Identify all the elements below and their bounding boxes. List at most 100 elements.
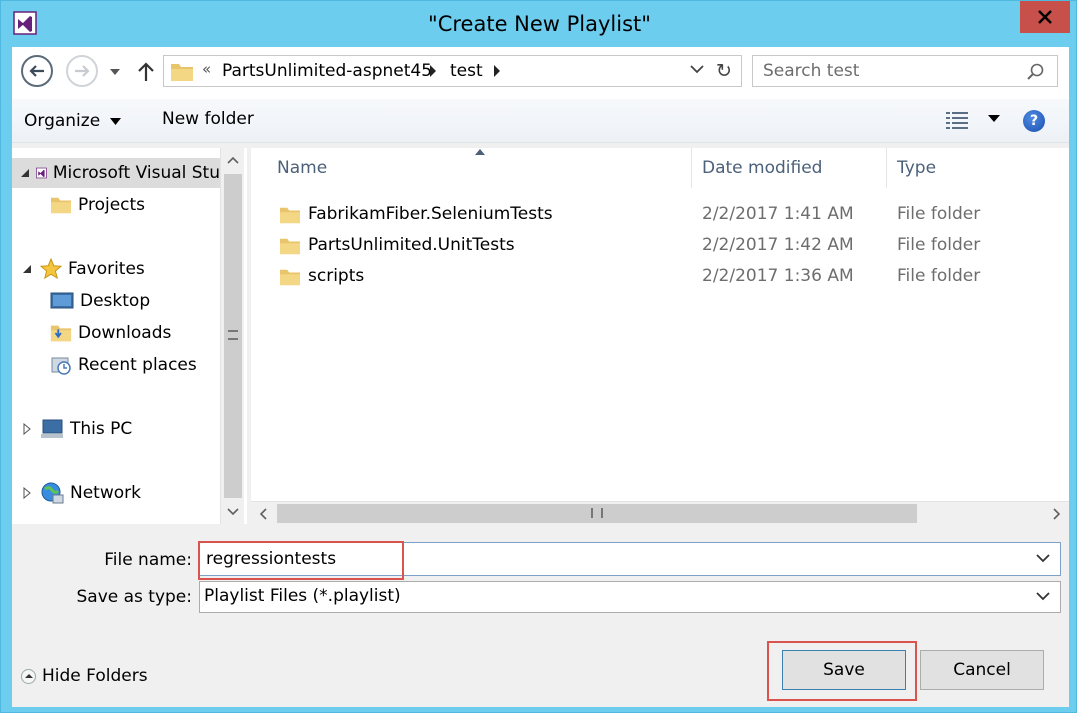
downloads-icon	[50, 325, 72, 342]
save-as-type-value: Playlist Files (*.playlist)	[204, 586, 401, 606]
save-as-type-label: Save as type:	[76, 587, 192, 607]
nav-item-label: Favorites	[68, 259, 145, 279]
chevron-down-icon	[110, 69, 120, 75]
view-options-icon[interactable]	[945, 111, 969, 131]
grip-icon	[228, 330, 238, 340]
nav-item-visual-studio[interactable]: Microsoft Visual Stu	[12, 158, 220, 188]
column-headers: Name Date modified Type	[251, 148, 1069, 188]
scroll-thumb[interactable]	[224, 174, 242, 498]
chevron-down-icon[interactable]	[988, 115, 1000, 122]
file-name-input[interactable]	[206, 548, 1006, 570]
cancel-button[interactable]: Cancel	[920, 650, 1044, 690]
scroll-down-button[interactable]	[221, 500, 245, 524]
column-header-date-modified[interactable]: Date modified	[692, 148, 887, 188]
folder-icon	[171, 64, 193, 81]
save-button[interactable]: Save	[782, 650, 906, 690]
folder-icon	[280, 207, 300, 224]
file-name: FabrikamFiber.SeleniumTests	[308, 204, 553, 224]
scroll-thumb[interactable]	[277, 504, 917, 523]
forward-arrow-icon	[75, 65, 90, 77]
file-date: 2/2/2017 1:41 AM	[702, 204, 854, 224]
organize-button[interactable]: Organize	[24, 109, 122, 133]
breadcrumb-test[interactable]: test	[450, 61, 483, 81]
chevron-down-icon[interactable]	[690, 64, 704, 74]
desktop-icon	[50, 292, 74, 309]
folder-icon	[280, 269, 300, 286]
address-overflow[interactable]: «	[202, 60, 211, 78]
file-type: File folder	[897, 235, 981, 255]
new-folder-button[interactable]: New folder	[162, 109, 254, 133]
expand-icon[interactable]	[20, 487, 34, 499]
nav-item-label: This PC	[70, 419, 133, 439]
nav-item-label: Downloads	[78, 323, 172, 343]
collapse-icon[interactable]	[20, 168, 30, 178]
file-row[interactable]: scripts 2/2/2017 1:36 AM File folder	[251, 261, 1069, 292]
up-arrow-icon	[138, 62, 154, 81]
navigation-pane: Microsoft Visual Stu Projects Favorites	[12, 148, 247, 524]
network-icon	[41, 482, 64, 504]
nav-item-desktop[interactable]: Desktop	[50, 286, 150, 316]
chevron-right-icon	[1053, 507, 1061, 520]
scroll-up-button[interactable]	[221, 148, 245, 172]
file-name-combo[interactable]	[199, 542, 1061, 576]
horizontal-scrollbar[interactable]	[251, 501, 1069, 524]
save-as-type-select[interactable]: Playlist Files (*.playlist)	[199, 581, 1061, 613]
breadcrumb-partsunlimited[interactable]: PartsUnlimited-aspnet45	[222, 61, 432, 81]
star-icon	[40, 258, 62, 280]
nav-scrollbar[interactable]	[220, 148, 244, 524]
nav-item-label: Desktop	[80, 291, 151, 311]
hide-folders-button[interactable]: Hide Folders	[17, 660, 163, 692]
search-icon[interactable]	[1026, 62, 1046, 82]
search-box[interactable]	[752, 55, 1058, 87]
hide-folders-label: Hide Folders	[42, 666, 148, 686]
scroll-right-button[interactable]	[1045, 502, 1069, 525]
help-icon[interactable]: ?	[1023, 110, 1045, 132]
breadcrumb-arrow-icon[interactable]	[429, 65, 437, 77]
recent-locations-button[interactable]	[106, 63, 124, 81]
dialog-title: "Create New Playlist"	[428, 12, 651, 36]
forward-button[interactable]	[66, 55, 98, 87]
nav-item-recent-places[interactable]: Recent places	[50, 350, 197, 380]
title-bar[interactable]: "Create New Playlist"	[1, 1, 1077, 47]
nav-item-favorites[interactable]: Favorites	[20, 254, 145, 284]
chevron-left-icon	[259, 507, 267, 520]
column-header-type[interactable]: Type	[887, 148, 1069, 188]
nav-item-label: Recent places	[78, 355, 197, 375]
close-button[interactable]	[1020, 1, 1070, 33]
scroll-left-button[interactable]	[251, 502, 275, 525]
nav-item-downloads[interactable]: Downloads	[50, 318, 171, 348]
toolbar: Organize New folder ?	[12, 99, 1069, 143]
breadcrumb-arrow-icon[interactable]	[493, 65, 501, 77]
file-type: File folder	[897, 204, 981, 224]
file-name-label: File name:	[104, 550, 192, 570]
nav-item-label: Microsoft Visual Stu	[52, 163, 220, 183]
file-row[interactable]: PartsUnlimited.UnitTests 2/2/2017 1:42 A…	[251, 230, 1069, 261]
chevron-up-icon	[227, 156, 239, 164]
file-type: File folder	[897, 266, 981, 286]
chevron-down-icon[interactable]	[1036, 591, 1050, 601]
nav-item-projects[interactable]: Projects	[50, 190, 145, 220]
folder-icon	[51, 197, 71, 214]
search-input[interactable]	[763, 60, 1013, 82]
back-button[interactable]	[21, 55, 53, 87]
nav-item-network[interactable]: Network	[20, 478, 141, 508]
address-bar[interactable]: « PartsUnlimited-aspnet45 test ↻	[163, 55, 742, 87]
collapse-icon[interactable]	[20, 264, 34, 274]
organize-label: Organize	[24, 111, 101, 131]
dialog-body: « PartsUnlimited-aspnet45 test ↻ Search …	[12, 47, 1069, 707]
file-row[interactable]: FabrikamFiber.SeleniumTests 2/2/2017 1:4…	[251, 199, 1069, 230]
folder-icon	[280, 238, 300, 255]
file-name: scripts	[308, 266, 365, 286]
nav-item-this-pc[interactable]: This PC	[20, 414, 132, 444]
save-dialog-window: "Create New Playlist" « PartsUnlimited-a…	[0, 0, 1077, 713]
expand-icon[interactable]	[20, 423, 34, 435]
file-date: 2/2/2017 1:36 AM	[702, 266, 854, 286]
chevron-down-icon[interactable]	[1036, 553, 1050, 563]
chevron-down-icon	[110, 117, 122, 125]
column-header-name[interactable]: Name	[251, 148, 692, 188]
recent-places-icon	[51, 357, 71, 375]
close-icon	[1038, 10, 1052, 24]
nav-item-label: Network	[70, 483, 141, 503]
refresh-icon[interactable]: ↻	[716, 60, 732, 82]
up-button[interactable]	[133, 59, 159, 85]
